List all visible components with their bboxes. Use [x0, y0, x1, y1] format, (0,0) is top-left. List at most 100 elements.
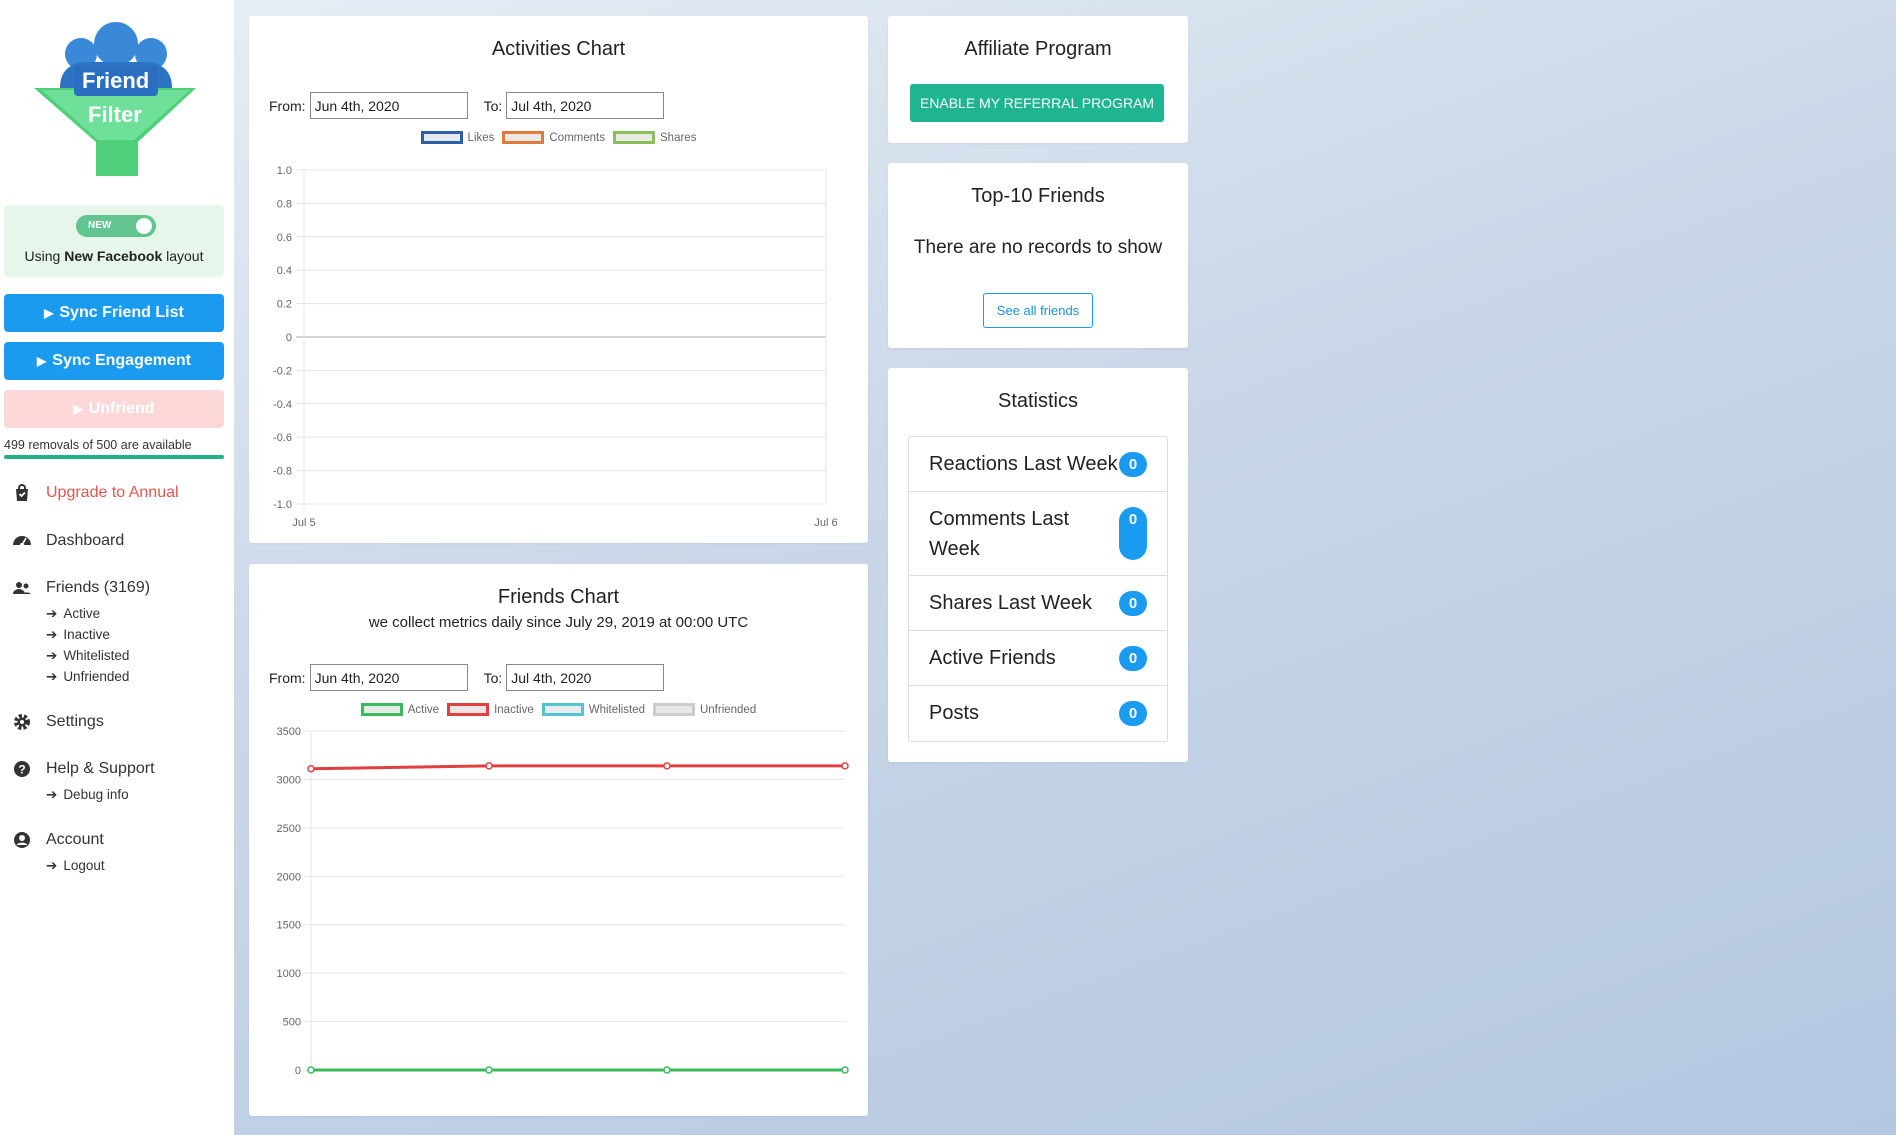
legend-swatch-unfriended	[652, 703, 695, 716]
statistics-card: Statistics Reactions Last Week 0 Comment…	[888, 368, 1188, 762]
nav-friends-unfriended-label: Unfriended	[63, 669, 130, 684]
layout-text-prefix: Using	[24, 248, 65, 264]
y-tick-label: 2500	[277, 823, 301, 835]
nav-upgrade-label: Upgrade to Annual	[46, 484, 179, 501]
legend-swatch-inactive	[447, 703, 490, 716]
nav-settings[interactable]: Settings	[12, 712, 104, 732]
stat-row-reactions: Reactions Last Week 0	[909, 437, 1167, 492]
nav-help[interactable]: ? Help & Support	[12, 759, 155, 779]
sidebar: Friend Filter NEW Using New Facebook lay…	[0, 0, 234, 1135]
legend-label-whitelisted: Whitelisted	[588, 703, 645, 716]
nav-account[interactable]: Account	[12, 830, 104, 850]
sync-friend-list-button[interactable]: ▶ Sync Friend List	[4, 294, 224, 332]
activities-from-date-input[interactable]	[309, 92, 468, 119]
friends-chart-subtitle: we collect metrics daily since July 29, …	[368, 614, 749, 631]
legend-label-shares: Shares	[660, 131, 697, 144]
legend-label-active: Active	[407, 703, 440, 716]
nav-upgrade[interactable]: Upgrade to Annual	[12, 483, 179, 503]
nav-dashboard[interactable]: Dashboard	[12, 531, 124, 551]
stat-badge: 0	[1119, 451, 1147, 477]
legend-item-inactive[interactable]: Inactive	[447, 703, 534, 716]
stat-label: Reactions Last Week	[929, 452, 1118, 475]
nav-logout[interactable]: ➔ Logout	[46, 858, 105, 874]
svg-text:?: ?	[18, 763, 25, 777]
y-tick-label: 1.0	[277, 165, 292, 177]
stat-label: Posts	[929, 702, 980, 724]
friends-to-date-input[interactable]	[506, 664, 665, 691]
data-point-inactive	[485, 762, 493, 770]
nav-friends-unfriended[interactable]: ➔ Unfriended	[46, 669, 129, 685]
legend-item-shares[interactable]: Shares	[613, 131, 696, 144]
friends-from-date-input[interactable]	[309, 664, 468, 691]
nav-friends-inactive-label: Inactive	[63, 627, 110, 642]
play-icon: ▶	[44, 306, 54, 320]
y-tick-label: 0.2	[277, 299, 292, 311]
unfriend-label: Unfriend	[88, 400, 155, 417]
stat-row-comments: Comments Last Week 0	[909, 492, 1167, 576]
new-layout-toggle[interactable]: NEW	[76, 215, 156, 237]
unfriend-button[interactable]: ▶ Unfriend	[4, 390, 224, 428]
nav-debug-info-label: Debug info	[63, 787, 129, 802]
legend-swatch-whitelisted	[541, 703, 584, 716]
series-line-inactive	[310, 764, 845, 771]
legend-item-unfriended[interactable]: Unfriended	[652, 703, 756, 716]
data-point-inactive	[841, 762, 849, 770]
toggle-knob	[136, 218, 152, 234]
see-all-friends-button[interactable]: See all friends	[983, 293, 1093, 328]
y-tick-label: 3500	[277, 726, 301, 738]
to-label: To:	[483, 97, 503, 114]
y-tick-label: 500	[283, 1017, 301, 1029]
affiliate-title: Affiliate Program	[964, 38, 1112, 60]
layout-status-text: Using New Facebook layout	[4, 248, 224, 264]
legend-label-likes: Likes	[467, 131, 495, 144]
activities-chart-title: Activities Chart	[491, 38, 626, 60]
y-tick-label: 0	[295, 1065, 301, 1077]
arrow-right-icon: ➔	[46, 648, 58, 663]
friends-chart-plot: 3500 3000 2500 2000 1500 1000 500 0	[277, 726, 849, 1077]
nav-friends-active[interactable]: ➔ Active	[46, 606, 100, 622]
stat-badge: 0	[1119, 645, 1147, 671]
arrow-right-icon: ➔	[46, 669, 58, 684]
nav-debug-info[interactable]: ➔ Debug info	[46, 787, 129, 803]
legend-item-likes[interactable]: Likes	[420, 131, 495, 144]
x-tick-label: Jul 5	[292, 517, 315, 529]
layout-text-bold: New Facebook	[64, 248, 163, 264]
nav-friends-inactive[interactable]: ➔ Inactive	[46, 627, 110, 643]
nav-friends-whitelisted[interactable]: ➔ Whitelisted	[46, 648, 129, 664]
nav-dashboard-label: Dashboard	[46, 532, 125, 549]
stat-badge: 0	[1119, 507, 1147, 560]
friends-chart-legend: Active Inactive Whitelisted Unfriended	[249, 703, 868, 716]
sync-engagement-button[interactable]: ▶ Sync Engagement	[4, 342, 224, 380]
toggle-label: NEW	[88, 220, 112, 231]
activities-to-date-input[interactable]	[506, 92, 665, 119]
activities-date-range: From: To:	[269, 92, 665, 119]
enable-referral-button[interactable]: ENABLE MY REFERRAL PROGRAM	[910, 84, 1164, 122]
data-point-inactive	[663, 762, 671, 770]
from-label: From:	[269, 669, 306, 686]
data-point-inactive	[307, 765, 315, 773]
stat-label: Shares Last Week	[929, 591, 1093, 614]
to-label: To:	[483, 669, 503, 686]
from-label: From:	[269, 97, 306, 114]
nav-logout-label: Logout	[63, 858, 105, 873]
removals-progress-bar	[4, 455, 224, 459]
legend-item-whitelisted[interactable]: Whitelisted	[541, 703, 645, 716]
nav-friends-active-label: Active	[63, 606, 101, 621]
nav-friends[interactable]: Friends (3169)	[12, 578, 150, 598]
stat-row-active-friends: Active Friends 0	[909, 631, 1167, 686]
friend-filter-logo[interactable]	[30, 18, 200, 178]
friends-chart-card: Friends Chart we collect metrics daily s…	[249, 564, 868, 1116]
stat-row-shares: Shares Last Week 0	[909, 576, 1167, 631]
legend-swatch-active	[360, 703, 403, 716]
top10-title: Top-10 Friends	[971, 185, 1105, 207]
legend-item-active[interactable]: Active	[360, 703, 440, 716]
user-circle-icon	[14, 832, 30, 848]
legend-item-comments[interactable]: Comments	[502, 131, 605, 144]
statistics-list: Reactions Last Week 0 Comments Last Week…	[908, 436, 1168, 742]
friends-chart-title: Friends Chart	[497, 586, 620, 608]
data-point-active	[841, 1066, 849, 1074]
x-tick-label: Jul 6	[814, 517, 837, 529]
stat-badge: 0	[1119, 590, 1147, 616]
y-tick-label: -0.8	[273, 466, 292, 478]
play-icon: ▶	[73, 402, 83, 416]
